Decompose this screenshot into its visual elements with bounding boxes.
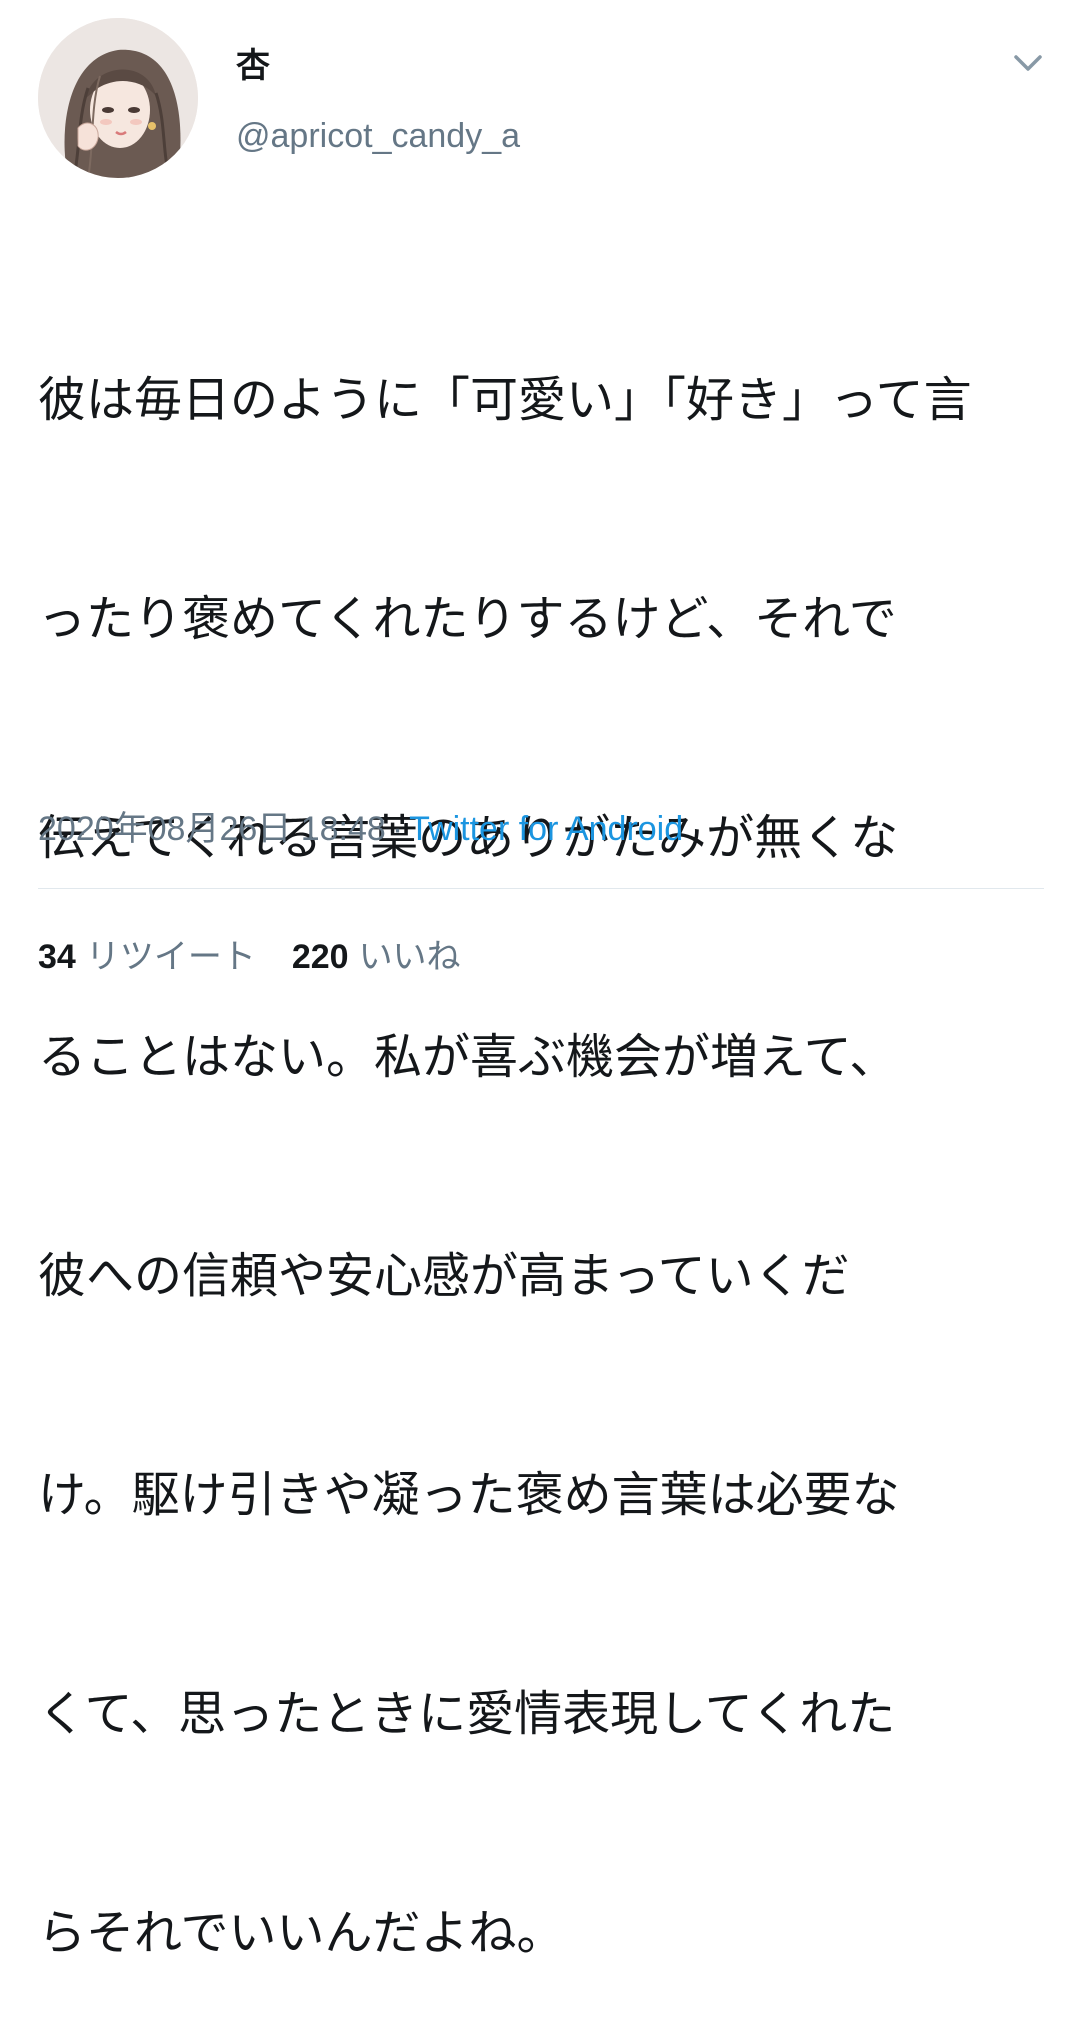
tweet-text: 彼は毎日のように「可愛い」「好き」って言 ったり褒めてくれたりするけど、それで …: [38, 218, 1048, 2032]
retweets-stat[interactable]: 34 リツイート: [38, 937, 256, 977]
tweet-source-link[interactable]: Twitter for Android: [409, 810, 683, 848]
avatar-illustration-icon: [38, 18, 198, 178]
tweet-text-line: 彼への信頼や安心感が高まっていくだ: [38, 1248, 850, 1304]
tweet-stats: 34 リツイート 220 いいね: [38, 934, 461, 980]
tweet-text-line: ったり褒めてくれたりするけど、それで: [38, 591, 897, 647]
tweet-text-line: ることはない。私が喜ぶ機会が増えて、: [38, 1029, 898, 1085]
tweet-text-line: らそれでいいんだよね。: [38, 1905, 565, 1961]
divider: [38, 888, 1044, 889]
tweet-text-line: け。駆け引きや凝った褒め言葉は必要な: [38, 1467, 900, 1523]
likes-stat[interactable]: 220 いいね: [292, 937, 461, 977]
meta-separator: ·: [391, 810, 404, 848]
tweet-text-line: 彼は毎日のように「可愛い」「好き」って言: [38, 372, 972, 428]
chevron-down-icon: [1014, 55, 1042, 71]
retweets-label: リツイート: [85, 937, 256, 977]
tweet-menu-button[interactable]: [1010, 48, 1046, 78]
user-handle[interactable]: @apricot_candy_a: [236, 114, 520, 158]
likes-label: いいね: [358, 937, 461, 977]
likes-count: 220: [291, 938, 349, 976]
display-name[interactable]: 杏: [236, 44, 270, 88]
tweet-timestamp[interactable]: 2020年08月26日 18:48: [38, 810, 386, 848]
retweets-count: 34: [38, 938, 76, 976]
tweet-meta: 2020年08月26日 18:48 · Twitter for Android: [38, 806, 683, 852]
avatar[interactable]: [38, 18, 198, 178]
tweet-text-line: くて、思ったときに愛情表現してくれた: [38, 1686, 896, 1742]
